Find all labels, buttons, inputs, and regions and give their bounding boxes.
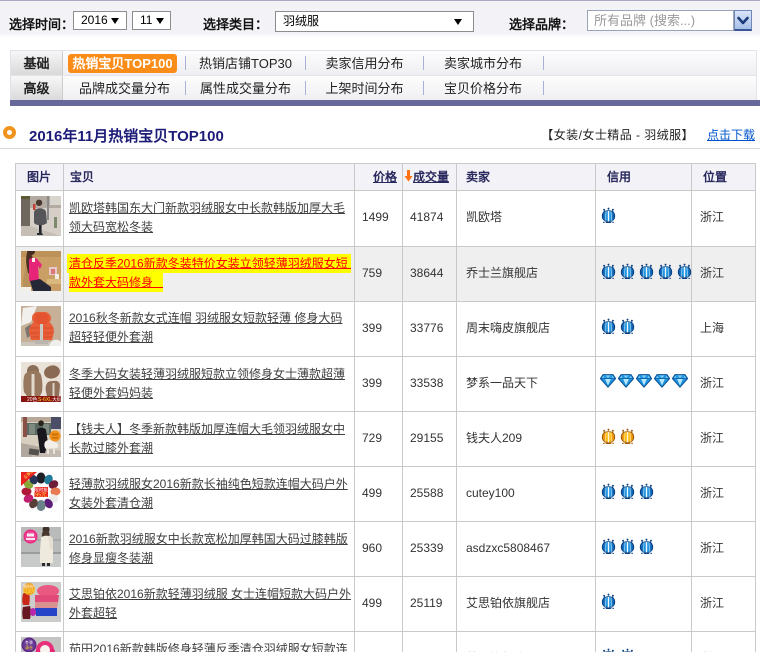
svg-text:20色: 20色 <box>27 396 38 402</box>
svg-text:S-6XL: S-6XL <box>38 397 52 402</box>
svg-text:大码: 大码 <box>52 396 61 402</box>
svg-text:清仓: 清仓 <box>25 644 33 650</box>
svg-text:95元: 95元 <box>35 491 47 498</box>
svg-text:119元: 119元 <box>23 589 36 595</box>
